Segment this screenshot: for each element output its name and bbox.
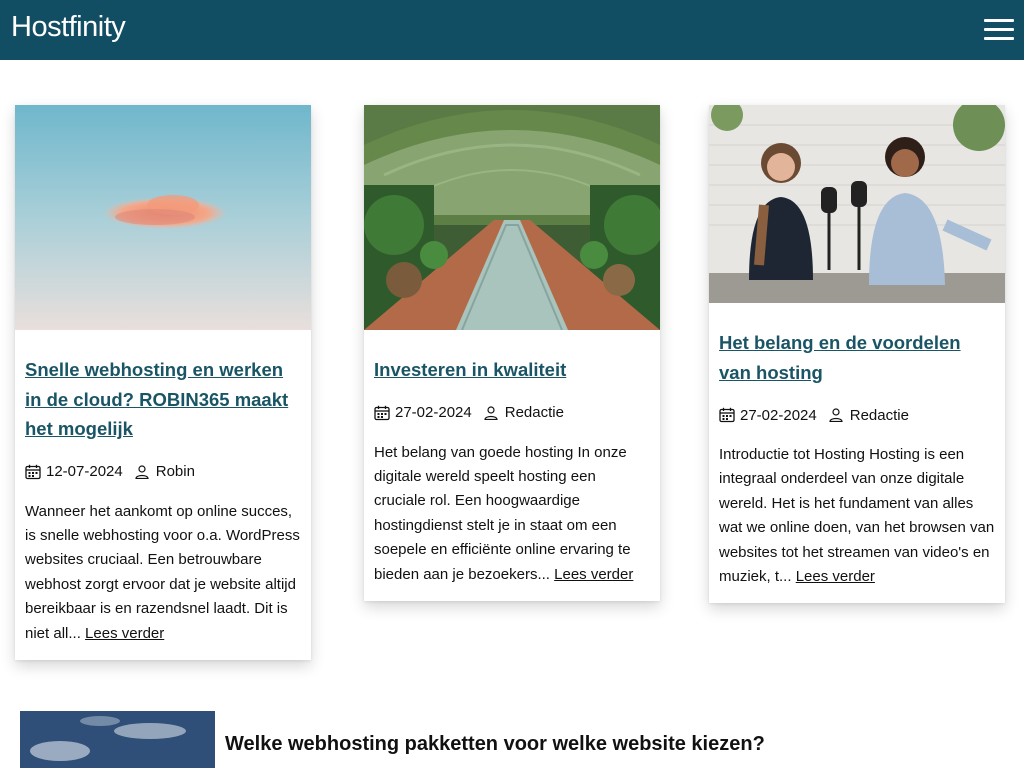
article-excerpt: Het belang van goede hosting In onze dig…: [374, 443, 634, 583]
user-icon: [484, 405, 498, 420]
podcast-image: [709, 105, 1005, 303]
read-more-link[interactable]: Lees verder: [85, 625, 164, 642]
read-more-link[interactable]: Lees verder: [554, 566, 633, 583]
article-date: 12-07-2024: [46, 463, 123, 480]
hamburger-menu-icon[interactable]: [984, 19, 1014, 40]
article-card: Het belang en de voordelen van hosting 2…: [709, 105, 1005, 604]
sky-cloud-image: [15, 105, 311, 330]
calendar-icon: [25, 464, 41, 479]
top-header: Hostfinity: [0, 0, 1024, 60]
article-author: Redactie: [849, 406, 909, 424]
article-meta: 27-02-2024 Redactie: [719, 405, 995, 425]
article-excerpt: Introductie tot Hosting Hosting is een i…: [719, 446, 995, 586]
article-meta: 12-07-2024 Robin: [25, 462, 301, 482]
article-image[interactable]: [15, 105, 311, 330]
article-image[interactable]: [709, 105, 1005, 303]
article-date: 27-02-2024: [395, 404, 472, 421]
article-image[interactable]: [364, 105, 660, 330]
read-more-link[interactable]: Lees verder: [796, 568, 875, 585]
greenhouse-image: [364, 105, 660, 330]
blue-sky-clouds-image: [20, 711, 215, 768]
user-icon: [829, 408, 843, 422]
article-title-link[interactable]: Investeren in kwaliteit: [374, 355, 650, 385]
article-title-link[interactable]: Het belang en de voordelen van hosting: [719, 328, 995, 387]
featured-article-title[interactable]: Welke webhosting pakketten voor welke we…: [225, 733, 765, 756]
article-title-link[interactable]: Snelle webhosting en werken in de cloud?…: [25, 355, 301, 444]
site-logo[interactable]: Hostfinity: [11, 11, 126, 44]
article-card: Investeren in kwaliteit 27-02-2024 Redac…: [364, 105, 660, 601]
article-author: Redactie: [504, 404, 564, 421]
article-excerpt: Wanneer het aankomt op online succes, is…: [25, 502, 300, 642]
calendar-icon: [719, 407, 735, 423]
article-date: 27-02-2024: [740, 406, 817, 424]
article-author: Robin: [155, 463, 195, 480]
featured-article-image[interactable]: [20, 711, 215, 768]
user-icon: [135, 464, 149, 479]
calendar-icon: [374, 405, 390, 420]
article-card: Snelle webhosting en werken in de cloud?…: [15, 105, 311, 660]
article-meta: 27-02-2024 Redactie: [374, 403, 650, 423]
